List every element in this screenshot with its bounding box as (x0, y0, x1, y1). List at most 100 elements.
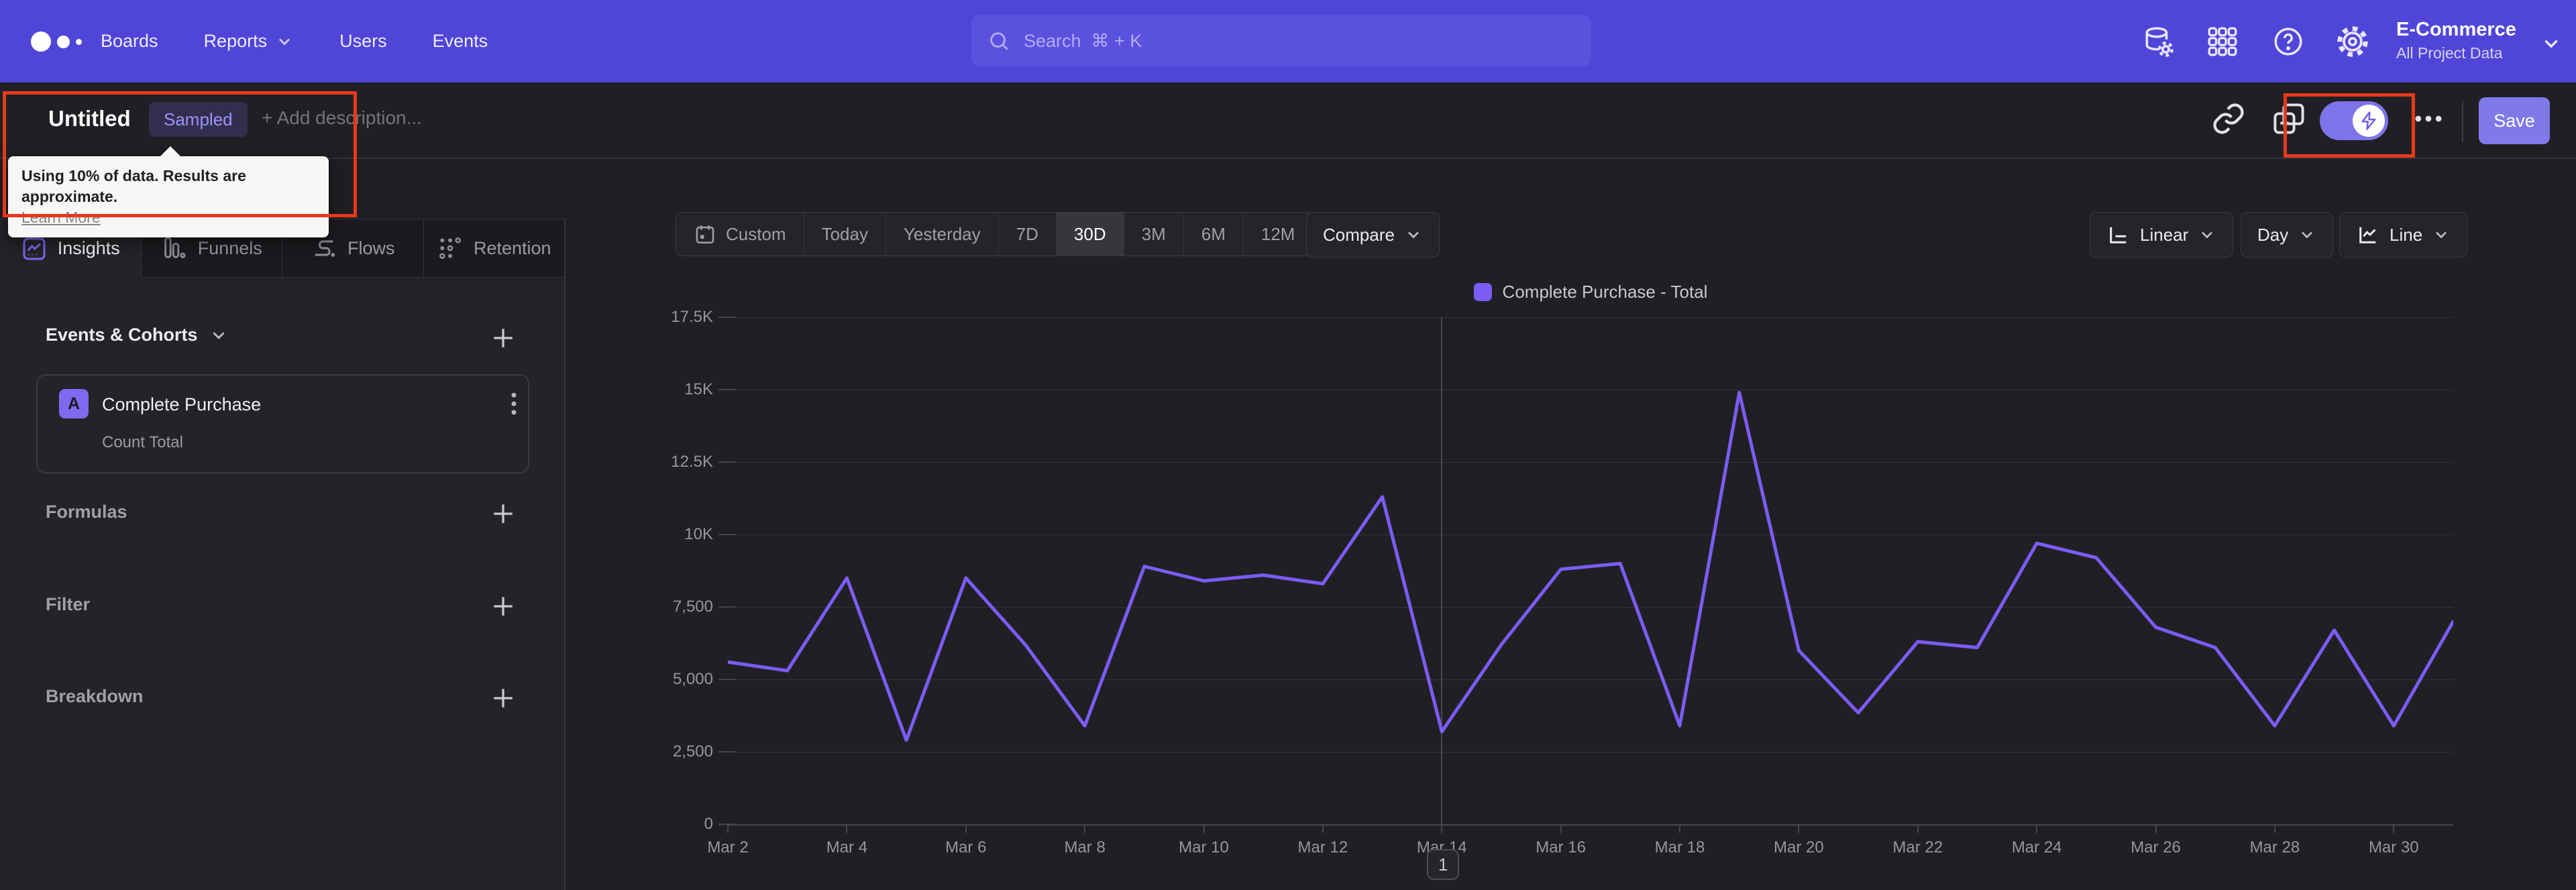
y-axis-label: 0 (704, 815, 713, 833)
compare-label: Compare (1323, 224, 1395, 245)
add-filter-button[interactable] (488, 592, 518, 621)
top-nav-bar: Boards Reports Users Events E-Commerce All … (0, 0, 2576, 82)
nav-item-label: Boards (101, 31, 158, 51)
range-label: 6M (1201, 223, 1226, 244)
x-axis-label: Mar 12 (1297, 838, 1348, 856)
x-axis-label: Mar 4 (826, 838, 868, 856)
nav-item-boards[interactable]: Boards (101, 31, 158, 52)
nav-item-users[interactable]: Users (339, 31, 387, 52)
scale-select[interactable]: Linear (2090, 212, 2234, 258)
range-label: Today (821, 223, 868, 244)
chart-legend: Complete Purchase - Total (728, 282, 2453, 302)
x-axis-label: Mar 30 (2368, 838, 2419, 856)
y-axis-label: 17.5K (671, 308, 713, 326)
sidebar-panel (0, 278, 566, 890)
gridline-0 (728, 824, 2453, 826)
add-formulas-button[interactable] (488, 499, 518, 529)
series-polyline (728, 390, 2453, 742)
report-title[interactable]: Untitled (48, 106, 131, 131)
mixpanel-logo-icon[interactable] (31, 32, 82, 52)
event-aggregation[interactable]: Count Total (102, 433, 183, 452)
interval-label: Day (2257, 224, 2289, 245)
lightning-bolt-icon (2361, 111, 2376, 130)
duplicate-icon[interactable] (2271, 101, 2306, 136)
x-axis-label: Mar 18 (1654, 838, 1705, 856)
event-card[interactable] (36, 374, 529, 474)
flows-icon (315, 240, 335, 257)
apps-grid-icon[interactable] (2206, 25, 2239, 58)
nav-item-label: Reports (203, 31, 268, 51)
chevron-down-icon (2540, 32, 2563, 55)
nav-item-reports[interactable]: Reports (204, 31, 294, 52)
search-input[interactable] (1022, 30, 1575, 52)
project-scope: All Project Data (2396, 44, 2503, 62)
range-today[interactable]: Today (804, 213, 886, 256)
x-tick-mark (1917, 824, 1919, 833)
chevron-down-icon (2302, 231, 2313, 239)
search-box[interactable] (971, 15, 1591, 67)
line-chart-icon (2359, 227, 2376, 243)
sampling-toggle[interactable] (2320, 101, 2388, 140)
range-7d[interactable]: 7D (999, 213, 1057, 256)
copy-link-icon[interactable] (2211, 101, 2246, 136)
interval-select[interactable]: Day (2241, 212, 2334, 258)
annotation-marker[interactable]: 1 (1427, 849, 1460, 880)
header-divider (2462, 101, 2463, 142)
nav-item-events[interactable]: Events (433, 31, 488, 52)
x-tick-mark (2155, 824, 2157, 833)
project-name: E-Commerce (2396, 19, 2516, 40)
settings-gear-icon[interactable] (2336, 25, 2369, 58)
x-axis-label: Mar 16 (1536, 838, 1586, 856)
event-kebab-menu-icon[interactable] (499, 388, 529, 420)
compare-button[interactable]: Compare (1306, 212, 1440, 258)
range-30d[interactable]: 30D (1056, 213, 1124, 256)
add-event-button[interactable] (488, 323, 518, 353)
add-breakdown-button[interactable] (488, 683, 518, 713)
linear-axes-icon (2110, 227, 2127, 243)
y-axis-label: 5,000 (672, 670, 713, 688)
insights-chart-icon (23, 237, 46, 260)
range-12m[interactable]: 12M (1244, 213, 1313, 256)
retention-dots-icon (439, 237, 461, 260)
sampled-badge[interactable]: Sampled (149, 102, 248, 137)
range-3m[interactable]: 3M (1124, 213, 1184, 256)
range-6m[interactable]: 6M (1184, 213, 1244, 256)
range-label: 7D (1016, 223, 1038, 244)
range-yesterday[interactable]: Yesterday (886, 213, 999, 256)
x-tick-mark (1084, 824, 1086, 833)
data-management-icon[interactable] (2141, 25, 2175, 58)
legend-label: Complete Purchase - Total (1502, 282, 1708, 302)
more-options-icon[interactable] (2411, 101, 2446, 136)
project-selector[interactable]: E-Commerce All Project Data (2396, 16, 2516, 63)
y-axis-label: 7,500 (672, 598, 713, 616)
x-tick-mark (2273, 824, 2275, 833)
line-chart[interactable] (728, 317, 2453, 824)
range-custom[interactable]: Custom (676, 213, 804, 256)
tab-retention[interactable]: Retention (423, 219, 564, 278)
tooltip-arrow (160, 146, 181, 157)
x-tick-mark (727, 824, 729, 833)
range-label: 30D (1073, 223, 1106, 244)
tab-label: Flows (347, 237, 395, 258)
tab-label: Insights (57, 238, 120, 258)
tooltip-text: Using 10% of data. Results are approxima… (21, 167, 246, 205)
date-range-control: Custom Today Yesterday 7D 30D 3M 6M 12M (676, 212, 1313, 256)
range-label: 12M (1260, 223, 1295, 244)
chevron-down-icon (279, 38, 290, 45)
chevron-down-icon (212, 331, 225, 339)
add-description[interactable]: + Add description... (262, 107, 422, 129)
x-axis-label: Mar 2 (707, 838, 749, 856)
y-axis-label: 12.5K (671, 453, 713, 471)
save-button[interactable]: Save (2479, 97, 2550, 144)
sampling-tooltip: Using 10% of data. Results are approxima… (8, 146, 329, 237)
chart-type-select[interactable]: Line (2339, 212, 2468, 258)
section-breakdown: Breakdown (46, 686, 144, 706)
learn-more-link[interactable]: Learn More (21, 207, 101, 228)
help-icon[interactable] (2271, 25, 2305, 58)
funnel-bars-icon (164, 237, 186, 258)
y-axis-label: 15K (684, 380, 713, 398)
events-cohorts-header[interactable]: Events & Cohorts (46, 325, 229, 345)
x-tick-mark (2393, 824, 2395, 833)
range-label: 3M (1141, 223, 1166, 244)
event-name[interactable]: Complete Purchase (102, 394, 261, 415)
